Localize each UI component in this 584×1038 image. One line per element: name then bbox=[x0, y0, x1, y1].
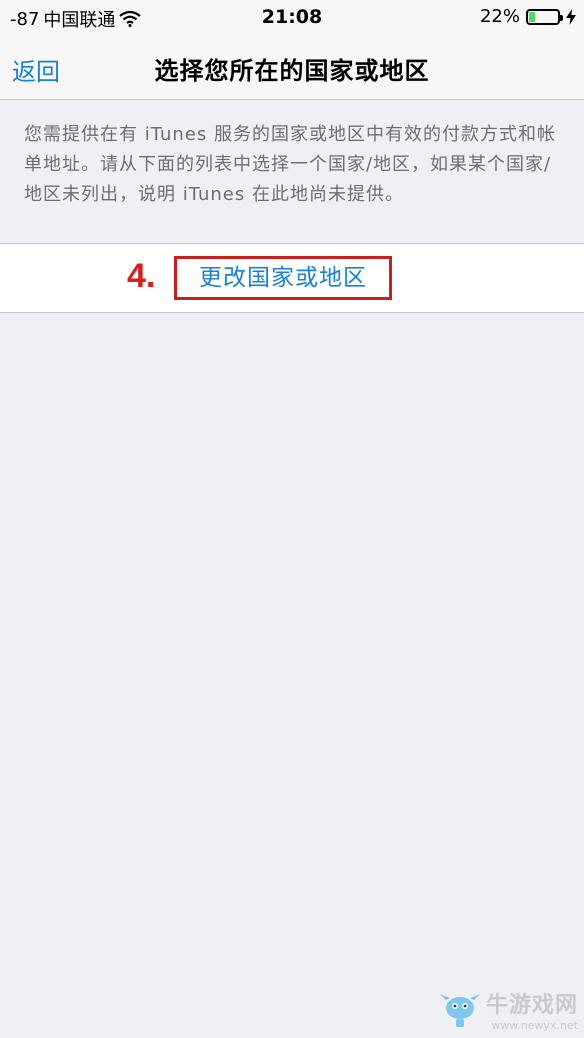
page-title: 选择您所在的国家或地区 bbox=[154, 57, 430, 85]
battery-fill bbox=[529, 11, 535, 22]
change-country-button[interactable]: 更改国家或地区 bbox=[174, 256, 392, 300]
battery-percent: 22% bbox=[479, 6, 520, 27]
battery-icon bbox=[526, 8, 563, 25]
watermark: 牛游戏网 www.newyx.net bbox=[438, 987, 578, 1032]
watermark-url: www.newyx.net bbox=[491, 1019, 578, 1032]
navigation-bar: 返回 选择您所在的国家或地区 bbox=[0, 40, 584, 100]
status-bar: -87 中国联通 21:08 22% bbox=[0, 0, 584, 40]
step-number-annotation: 4. bbox=[127, 257, 156, 295]
watermark-logo bbox=[439, 993, 480, 1027]
charging-icon bbox=[566, 8, 576, 25]
description-text: 您需提供在有 iTunes 服务的国家或地区中有效的付款方式和帐单地址。请从下面… bbox=[24, 124, 556, 205]
watermark-text: 牛游戏网 www.newyx.net bbox=[486, 987, 578, 1032]
status-right: 22% bbox=[480, 6, 576, 27]
change-country-row[interactable]: 4. 更改国家或地区 bbox=[0, 243, 584, 313]
watermark-name: 牛游戏网 bbox=[485, 993, 578, 1018]
